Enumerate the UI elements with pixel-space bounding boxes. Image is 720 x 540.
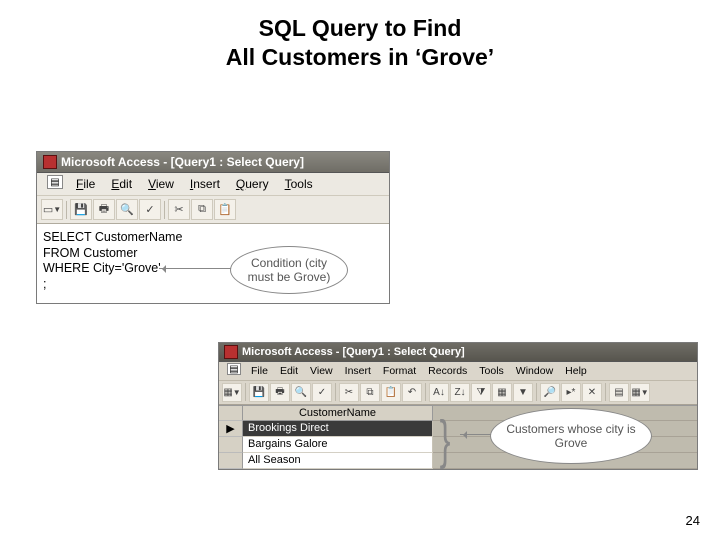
- filter-form-button[interactable]: ▦: [492, 383, 512, 402]
- document-icon: ▤: [47, 175, 63, 189]
- apply-filter-button[interactable]: ▼: [513, 383, 533, 402]
- menu-view[interactable]: View: [141, 175, 181, 193]
- menu-file[interactable]: File: [245, 363, 274, 379]
- window-title: Microsoft Access - [Query1 : Select Quer…: [242, 346, 465, 358]
- window-title: Microsoft Access - [Query1 : Select Quer…: [61, 155, 304, 169]
- menu-help[interactable]: Help: [559, 363, 593, 379]
- view-mode-button[interactable]: ▦▼: [222, 383, 242, 402]
- menu-tools[interactable]: Tools: [278, 175, 320, 193]
- filter-selection-button[interactable]: ⧩: [471, 383, 491, 402]
- undo-button[interactable]: ↶: [402, 383, 422, 402]
- copy-button[interactable]: ⧉: [191, 199, 213, 220]
- menu-view[interactable]: View: [304, 363, 339, 379]
- menu-file[interactable]: File: [69, 175, 102, 193]
- spelling-button[interactable]: ✓: [139, 199, 161, 220]
- callout-leader-line: [159, 268, 232, 269]
- data-cell[interactable]: Brookings Direct: [243, 421, 433, 437]
- cut-button[interactable]: ✂: [168, 199, 190, 220]
- document-icon: ▤: [227, 363, 241, 375]
- separator: [605, 383, 606, 401]
- access-app-icon: [43, 155, 57, 169]
- callout-leader-line: [460, 434, 493, 435]
- row-selector-header[interactable]: [219, 406, 243, 421]
- data-cell[interactable]: Bargains Galore: [243, 437, 433, 453]
- menu-records[interactable]: Records: [422, 363, 473, 379]
- row-selector[interactable]: [219, 437, 243, 453]
- separator: [536, 383, 537, 401]
- print-button[interactable]: 🖶: [270, 383, 290, 402]
- paste-button[interactable]: 📋: [214, 199, 236, 220]
- title-bar: Microsoft Access - [Query1 : Select Quer…: [219, 343, 697, 362]
- menu-edit[interactable]: Edit: [274, 363, 304, 379]
- menu-bar: ▤ File Edit View Insert Format Records T…: [219, 362, 697, 381]
- page-number: 24: [686, 513, 700, 528]
- database-window-button[interactable]: ▤: [609, 383, 629, 402]
- separator: [335, 383, 336, 401]
- menu-format[interactable]: Format: [377, 363, 422, 379]
- slide-title: SQL Query to Find All Customers in ‘Grov…: [0, 0, 720, 72]
- find-button[interactable]: 🔎: [540, 383, 560, 402]
- separator: [245, 383, 246, 401]
- row-selector[interactable]: [219, 453, 243, 469]
- print-button[interactable]: 🖶: [93, 199, 115, 220]
- copy-button[interactable]: ⧉: [360, 383, 380, 402]
- callout-ellipse: Condition (city must be Grove): [230, 246, 348, 294]
- menu-insert[interactable]: Insert: [339, 363, 377, 379]
- slide-title-line1: SQL Query to Find: [0, 14, 720, 43]
- access-app-icon: [224, 345, 238, 359]
- callout-ellipse: Customers whose city is Grove: [490, 408, 652, 464]
- menu-tools[interactable]: Tools: [473, 363, 510, 379]
- title-bar: Microsoft Access - [Query1 : Select Quer…: [37, 152, 389, 173]
- toolbar: ▦▼ 💾 🖶 🔍 ✓ ✂ ⧉ 📋 ↶ A↓ Z↓ ⧩ ▦ ▼ 🔎 ▸* ✕ ▤ …: [219, 381, 697, 405]
- callout-condition: Condition (city must be Grove): [230, 246, 348, 294]
- callout-text: Customers whose city is Grove: [497, 422, 645, 451]
- callout-text: Condition (city must be Grove): [237, 256, 341, 285]
- separator: [66, 201, 67, 219]
- menu-window[interactable]: Window: [510, 363, 559, 379]
- spelling-button[interactable]: ✓: [312, 383, 332, 402]
- save-button[interactable]: 💾: [249, 383, 269, 402]
- save-button[interactable]: 💾: [70, 199, 92, 220]
- column-header[interactable]: CustomerName: [243, 406, 433, 421]
- curly-brace-icon: }: [440, 413, 451, 467]
- toolbar: ▭▼ 💾 🖶 🔍 ✓ ✂ ⧉ 📋: [37, 196, 389, 224]
- delete-record-button[interactable]: ✕: [582, 383, 602, 402]
- callout-results: Customers whose city is Grove: [490, 408, 652, 464]
- menu-query[interactable]: Query: [229, 175, 276, 193]
- cut-button[interactable]: ✂: [339, 383, 359, 402]
- view-mode-button[interactable]: ▭▼: [41, 199, 63, 220]
- menu-edit[interactable]: Edit: [104, 175, 139, 193]
- sort-desc-button[interactable]: Z↓: [450, 383, 470, 402]
- menu-insert[interactable]: Insert: [183, 175, 227, 193]
- new-record-button[interactable]: ▸*: [561, 383, 581, 402]
- paste-button[interactable]: 📋: [381, 383, 401, 402]
- sort-asc-button[interactable]: A↓: [429, 383, 449, 402]
- new-object-button[interactable]: ▦▼: [630, 383, 650, 402]
- row-selector-current[interactable]: ▶: [219, 421, 243, 437]
- sql-line: SELECT CustomerName: [43, 230, 383, 246]
- separator: [164, 201, 165, 219]
- separator: [425, 383, 426, 401]
- print-preview-button[interactable]: 🔍: [291, 383, 311, 402]
- menu-bar: ▤ File Edit View Insert Query Tools: [37, 173, 389, 196]
- slide-title-line2: All Customers in ‘Grove’: [0, 43, 720, 72]
- data-cell[interactable]: All Season: [243, 453, 433, 469]
- print-preview-button[interactable]: 🔍: [116, 199, 138, 220]
